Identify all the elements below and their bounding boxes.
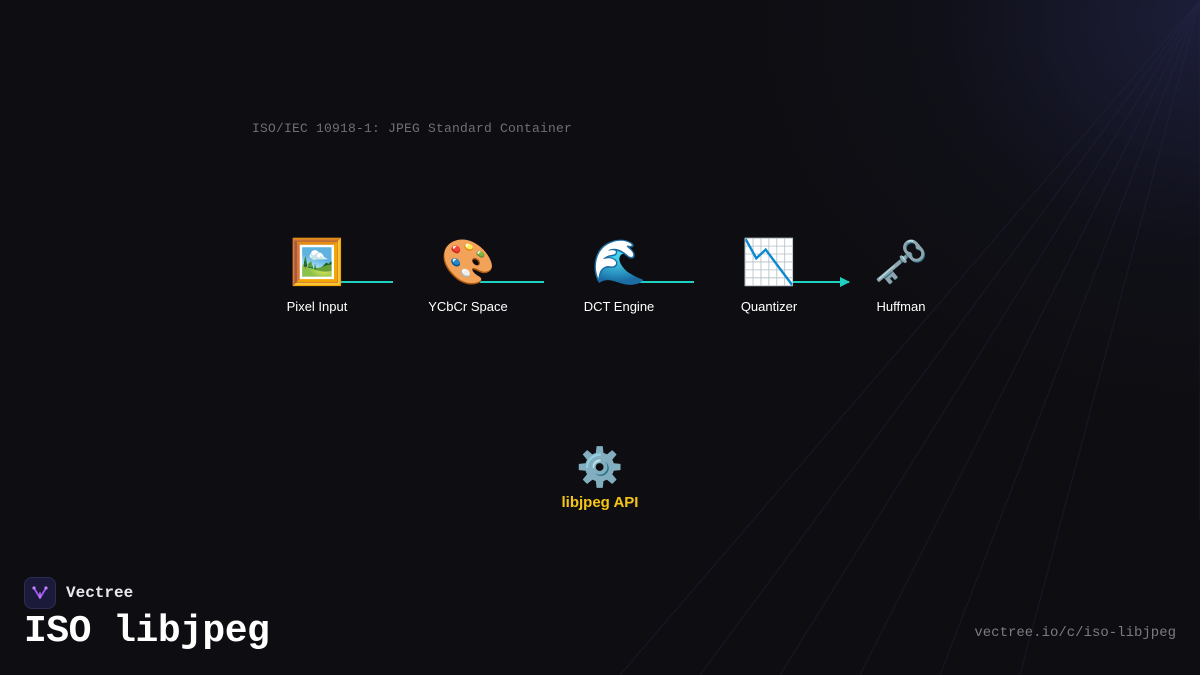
water-wave-icon: 🌊 [591, 237, 647, 288]
background-rays [619, 0, 1200, 675]
chart-decreasing-icon: 📉 [741, 237, 797, 288]
node-label: Quantizer [740, 299, 798, 314]
gear-icon: ⚙️ [576, 445, 624, 489]
node-pixel-input[interactable]: 🖼️ Pixel Input [247, 237, 387, 314]
node-ycbcr-space[interactable]: 🎨 YCbCr Space [398, 237, 538, 314]
page-url[interactable]: vectree.io/c/iso-libjpeg [974, 625, 1176, 641]
old-key-icon: 🗝️ [873, 237, 929, 288]
node-label: DCT Engine [583, 299, 655, 314]
brand-name: Vectree [66, 584, 134, 602]
libjpeg-api-node[interactable]: ⚙️ libjpeg API [520, 444, 680, 511]
api-label: libjpeg API [561, 494, 639, 511]
node-label: Huffman [876, 299, 926, 314]
diagram-canvas: ISO/IEC 10918-1: JPEG Standard Container… [0, 0, 1200, 675]
container-label: ISO/IEC 10918-1: JPEG Standard Container [252, 121, 573, 136]
palette-icon: 🎨 [440, 237, 496, 288]
node-dct-engine[interactable]: 🌊 DCT Engine [549, 237, 689, 314]
node-quantizer[interactable]: 📉 Quantizer [699, 237, 839, 314]
brand[interactable]: Vectree [24, 577, 133, 609]
node-huffman[interactable]: 🗝️ Huffman [831, 237, 971, 314]
node-label: Pixel Input [286, 299, 348, 314]
node-label: YCbCr Space [428, 299, 508, 314]
pipeline-connectors [340, 277, 850, 287]
framed-picture-icon: 🖼️ [289, 237, 345, 288]
page-title: ISO libjpeg [24, 610, 270, 653]
vectree-logo-icon [24, 577, 56, 609]
